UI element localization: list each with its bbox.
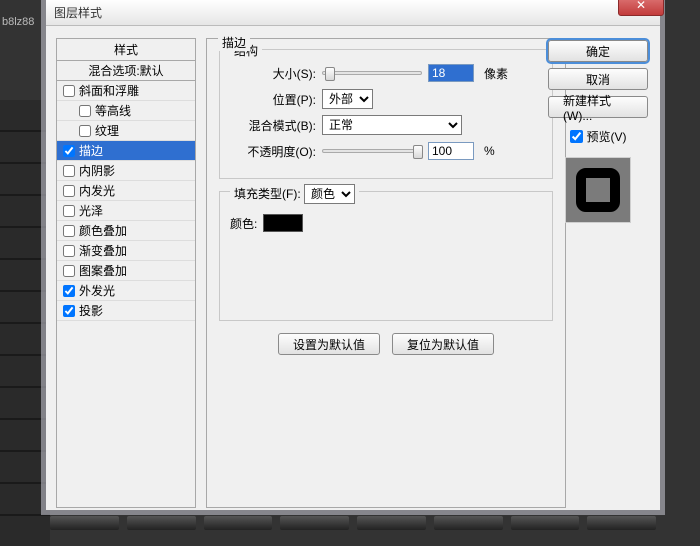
- bottom-strip: [46, 516, 660, 538]
- style-label: 等高线: [95, 102, 131, 119]
- style-item-5[interactable]: 内发光: [57, 181, 195, 201]
- set-default-button[interactable]: 设置为默认值: [278, 333, 380, 355]
- blend-options-label: 混合选项:默认: [88, 62, 163, 79]
- style-checkbox[interactable]: [63, 245, 75, 257]
- background-wall: [0, 100, 50, 546]
- panel-title: 描边: [218, 34, 250, 51]
- preview-checkbox-row[interactable]: 预览(V): [548, 128, 648, 145]
- style-checkbox[interactable]: [63, 225, 75, 237]
- style-item-6[interactable]: 光泽: [57, 201, 195, 221]
- style-checkbox[interactable]: [63, 285, 75, 297]
- new-style-button[interactable]: 新建样式(W)...: [548, 96, 648, 118]
- style-label: 斜面和浮雕: [79, 82, 139, 99]
- style-item-2[interactable]: 纹理: [57, 121, 195, 141]
- style-checkbox[interactable]: [63, 205, 75, 217]
- preview-thumbnail: [565, 157, 631, 223]
- filltype-label: 填充类型(F):: [234, 187, 301, 201]
- right-column: 确定 取消 新建样式(W)... 预览(V): [548, 40, 648, 223]
- style-checkbox[interactable]: [79, 105, 91, 117]
- style-item-9[interactable]: 图案叠加: [57, 261, 195, 281]
- style-item-3[interactable]: 描边: [57, 141, 195, 161]
- watermark-text: b8lz88: [2, 16, 34, 28]
- blendmode-row: 混合模式(B): 正常: [230, 112, 542, 138]
- reset-default-button[interactable]: 复位为默认值: [392, 333, 494, 355]
- cancel-button[interactable]: 取消: [548, 68, 648, 90]
- style-label: 内阴影: [79, 162, 115, 179]
- preview-label: 预览(V): [587, 128, 627, 145]
- fill-fieldset: 填充类型(F): 颜色 颜色:: [219, 191, 553, 321]
- style-checkbox[interactable]: [63, 165, 75, 177]
- color-swatch[interactable]: [263, 214, 303, 232]
- color-row: 颜色:: [230, 210, 542, 236]
- blendmode-select[interactable]: 正常: [322, 115, 462, 135]
- close-icon: ✕: [636, 0, 646, 12]
- titlebar[interactable]: 图层样式 ✕: [46, 0, 660, 26]
- style-item-10[interactable]: 外发光: [57, 281, 195, 301]
- structure-fieldset: 结构 大小(S): 18 像素 位置(P): 外部 混合模式(B):: [219, 49, 553, 179]
- style-checkbox[interactable]: [79, 125, 91, 137]
- style-label: 外发光: [79, 282, 115, 299]
- settings-panel: 结构 大小(S): 18 像素 位置(P): 外部 混合模式(B):: [206, 38, 566, 508]
- style-checkbox[interactable]: [63, 145, 75, 157]
- blend-options-row[interactable]: 混合选项:默认: [57, 61, 195, 81]
- style-checkbox[interactable]: [63, 265, 75, 277]
- size-slider[interactable]: [322, 71, 422, 75]
- position-row: 位置(P): 外部: [230, 86, 542, 112]
- opacity-slider[interactable]: [322, 149, 422, 153]
- style-checkbox[interactable]: [63, 305, 75, 317]
- dialog-title: 图层样式: [54, 4, 102, 21]
- styles-header: 样式: [57, 39, 195, 61]
- style-item-11[interactable]: 投影: [57, 301, 195, 321]
- filltype-legend: 填充类型(F): 颜色: [230, 184, 359, 204]
- slider-thumb[interactable]: [325, 67, 335, 81]
- style-label: 渐变叠加: [79, 242, 127, 259]
- style-label: 纹理: [95, 122, 119, 139]
- opacity-label: 不透明度(O):: [230, 143, 316, 160]
- default-buttons-row: 设置为默认值 复位为默认值: [219, 333, 553, 355]
- style-label: 颜色叠加: [79, 222, 127, 239]
- size-input[interactable]: 18: [428, 64, 474, 82]
- preview-shape: [576, 168, 620, 212]
- opacity-unit: %: [484, 144, 495, 158]
- style-item-8[interactable]: 渐变叠加: [57, 241, 195, 261]
- style-checkbox[interactable]: [63, 85, 75, 97]
- size-row: 大小(S): 18 像素: [230, 60, 542, 86]
- close-button[interactable]: ✕: [618, 0, 664, 16]
- style-item-7[interactable]: 颜色叠加: [57, 221, 195, 241]
- style-checkbox[interactable]: [63, 185, 75, 197]
- size-unit: 像素: [484, 65, 508, 82]
- style-item-0[interactable]: 斜面和浮雕: [57, 81, 195, 101]
- size-label: 大小(S):: [230, 65, 316, 82]
- style-label: 图案叠加: [79, 262, 127, 279]
- ok-button[interactable]: 确定: [548, 40, 648, 62]
- blendmode-label: 混合模式(B):: [230, 117, 316, 134]
- style-label: 内发光: [79, 182, 115, 199]
- opacity-row: 不透明度(O): 100 %: [230, 138, 542, 164]
- style-label: 描边: [79, 142, 103, 159]
- color-label: 颜色:: [230, 215, 257, 232]
- style-item-4[interactable]: 内阴影: [57, 161, 195, 181]
- style-item-1[interactable]: 等高线: [57, 101, 195, 121]
- dialog-body: 样式 混合选项:默认 斜面和浮雕等高线纹理描边内阴影内发光光泽颜色叠加渐变叠加图…: [46, 26, 660, 510]
- layer-style-dialog: 图层样式 ✕ 样式 混合选项:默认 斜面和浮雕等高线纹理描边内阴影内发光光泽颜色…: [46, 0, 660, 510]
- preview-checkbox[interactable]: [570, 130, 583, 143]
- slider-thumb[interactable]: [413, 145, 423, 159]
- style-label: 光泽: [79, 202, 103, 219]
- styles-panel: 样式 混合选项:默认 斜面和浮雕等高线纹理描边内阴影内发光光泽颜色叠加渐变叠加图…: [56, 38, 196, 508]
- opacity-input[interactable]: 100: [428, 142, 474, 160]
- style-label: 投影: [79, 302, 103, 319]
- position-select[interactable]: 外部: [322, 89, 373, 109]
- position-label: 位置(P):: [230, 91, 316, 108]
- filltype-select[interactable]: 颜色: [304, 184, 355, 204]
